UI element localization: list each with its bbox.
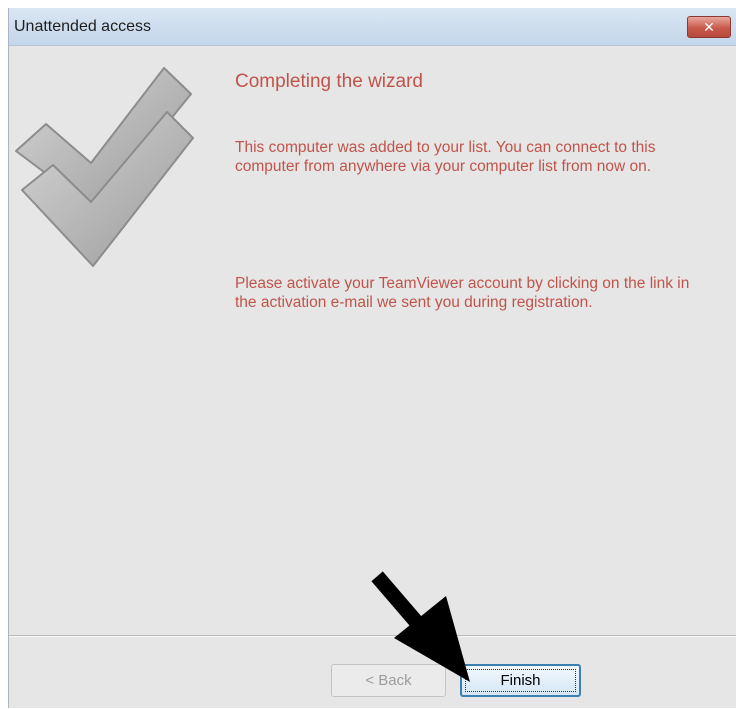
finish-button-label: Finish: [500, 672, 541, 689]
back-button[interactable]: < Back: [331, 664, 446, 697]
activation-message: Please activate your TeamViewer account …: [235, 275, 690, 311]
wizard-dialog: Unattended access ✕ Completing the wizar…: [8, 8, 736, 708]
footer-separator: [9, 635, 736, 637]
close-button[interactable]: ✕: [687, 16, 731, 38]
title-bar[interactable]: Unattended access ✕: [9, 8, 736, 46]
window-title: Unattended access: [14, 18, 151, 35]
back-button-label: < Back: [365, 672, 412, 689]
close-icon: ✕: [703, 18, 715, 35]
finish-button[interactable]: Finish: [460, 664, 581, 697]
added-message: This computer was added to your list. Yo…: [235, 139, 656, 175]
checkmark-icon: [15, 67, 194, 267]
wizard-heading: Completing the wizard: [235, 71, 423, 92]
